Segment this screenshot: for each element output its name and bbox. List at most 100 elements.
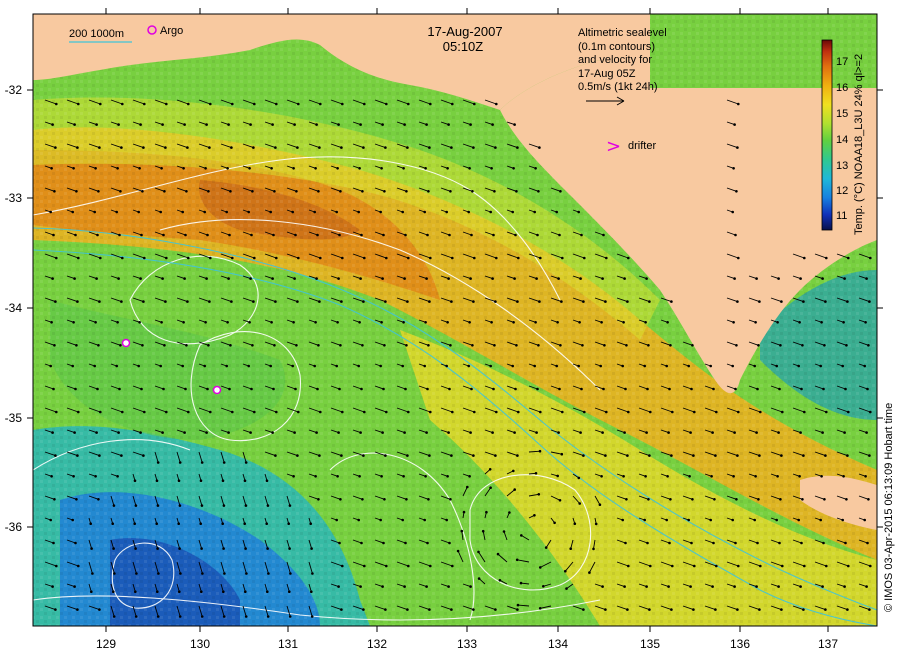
velocity-arrow-head [512,469,515,473]
velocity-arrow-head [405,190,408,193]
velocity-arrow-head [77,102,80,106]
velocity-arrow-head [824,454,827,457]
velocity-arrow-head [407,564,410,568]
velocity-arrow-head [426,541,429,545]
velocity-arrow-head [407,102,410,106]
velocity-arrow-head [496,552,500,556]
velocity-arrow-head [160,321,163,324]
velocity-arrow-head [360,387,363,391]
velocity-arrow-head [73,277,76,280]
velocity-arrow-head [361,190,364,193]
velocity-arrow-head [51,123,54,126]
velocity-arrow-head [847,256,850,260]
velocity-arrow-head [494,608,497,611]
velocity-arrow-head [336,475,339,478]
velocity-arrow-head [539,410,542,414]
drifter-legend-symbol: > [606,136,621,157]
velocity-arrow-head [867,498,870,501]
velocity-arrow-head [446,475,449,478]
velocity-arrow-head [141,344,144,347]
velocity-arrow-head [253,410,256,414]
velocity-arrow-head [380,475,383,478]
velocity-arrow-head [161,431,164,434]
velocity-arrow-head [76,146,79,149]
velocity-arrow-head [670,454,673,457]
colorbar-tick: 16 [836,82,848,94]
velocity-arrow-head [404,387,407,391]
velocity-arrow-head [222,504,226,507]
velocity-arrow-head [670,300,673,303]
velocity-arrow-head [843,431,846,434]
velocity-arrow-head [93,364,96,368]
velocity-arrow-head [76,300,79,303]
velocity-arrow-head [468,167,471,170]
velocity-arrow-head [318,146,321,149]
velocity-arrow-head [226,321,229,324]
velocity-arrow-head [737,410,740,414]
velocity-arrow-head [737,102,740,106]
velocity-arrow-head [622,321,625,324]
velocity-arrow-head [865,431,868,434]
velocity-arrow-head [558,233,561,237]
velocity-arrow-head [270,167,273,170]
velocity-arrow-head [379,518,383,522]
velocity-arrow-head [383,344,386,347]
velocity-arrow-head [362,608,365,611]
velocity-arrow-head [424,475,427,478]
velocity-arrow-head [488,468,492,471]
velocity-arrow-head [363,564,366,568]
velocity-arrow-head [50,475,53,478]
velocity-arrow-head [868,454,871,457]
altimetry-line: 0.5m/s (1kt 24h) [578,81,657,93]
velocity-arrow-head [359,277,362,280]
velocity-arrow-head [357,210,361,214]
velocity-arrow-head [155,479,159,483]
velocity-arrow-head [711,585,714,588]
velocity-arrow-head [310,615,314,618]
velocity-arrow-head [560,300,563,303]
velocity-arrow-head [667,585,670,588]
velocity-arrow-head [690,387,693,391]
velocity-arrow-head [51,277,54,280]
velocity-arrow-head [846,454,849,457]
velocity-arrow-head [533,210,536,214]
x-tick-label: 134 [548,637,568,651]
velocity-arrow-head [253,102,256,106]
velocity-arrow-head [577,364,580,368]
x-tick-label: 137 [818,637,838,651]
velocity-arrow-head [644,321,647,324]
velocity-arrow-head [753,364,756,368]
velocity-arrow-head [382,233,385,237]
velocity-arrow-head [519,581,523,585]
velocity-arrow-head [512,167,515,170]
y-tick-label: -33 [5,191,23,205]
velocity-arrow-head [76,454,79,457]
velocity-arrow-head [825,410,828,414]
velocity-arrow-head [381,431,384,434]
velocity-arrow-head [553,521,556,525]
velocity-arrow-head [250,233,253,237]
velocity-arrow-head [98,300,101,303]
velocity-arrow-head [289,572,292,575]
velocity-arrow-head [601,431,604,434]
velocity-arrow-head [565,587,568,590]
velocity-arrow-head [734,541,737,545]
velocity-arrow-head [187,410,190,414]
velocity-arrow-head [561,256,564,260]
velocity-arrow-head [645,277,648,280]
velocity-arrow-head [339,190,342,193]
velocity-arrow-head [758,300,761,303]
velocity-arrow-head [869,564,872,568]
velocity-arrow-head [137,210,140,214]
velocity-arrow-head [731,210,734,214]
velocity-arrow-head [52,541,55,545]
velocity-arrow-head [208,146,211,149]
velocity-arrow-head [314,475,317,478]
argo-legend-label: Argo [160,25,183,37]
velocity-arrow-head [184,387,187,391]
velocity-arrow-head [517,256,520,260]
velocity-arrow-head [477,550,480,554]
velocity-arrow-head [665,364,668,368]
velocity-arrow-head [799,277,802,280]
velocity-arrow-head [207,190,210,193]
